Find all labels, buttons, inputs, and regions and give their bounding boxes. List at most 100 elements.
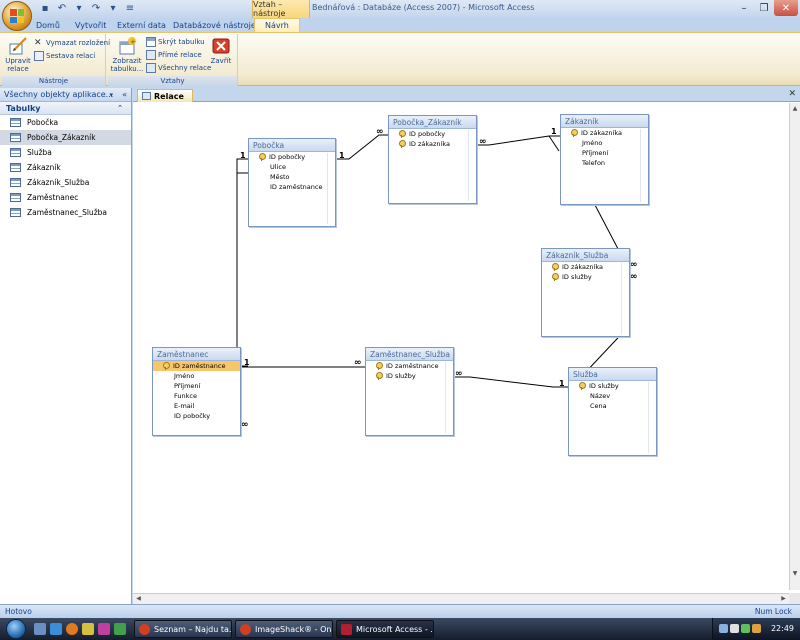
field-row[interactable]: ID pobočky bbox=[389, 129, 476, 139]
nav-item-zamestnanec[interactable]: Zaměstnanec bbox=[0, 190, 131, 205]
taskbar-item-imageshack[interactable]: ImageShack® - Onl... bbox=[235, 620, 333, 638]
hide-table-button[interactable]: Skrýt tabulku bbox=[146, 37, 205, 47]
table-pobocka-zakaznik[interactable]: Pobočka_Zákazník ID pobočky ID zákazníka bbox=[388, 115, 477, 204]
ie-icon[interactable] bbox=[50, 623, 62, 635]
nav-item-pobocka-zakaznik[interactable]: Pobočka_Zákazník bbox=[0, 130, 131, 145]
table-icon bbox=[10, 208, 21, 217]
table-title[interactable]: Pobočka_Zákazník bbox=[389, 116, 476, 129]
nav-item-sluzba[interactable]: Služba bbox=[0, 145, 131, 160]
tray-icon[interactable] bbox=[719, 624, 728, 633]
maximize-icon[interactable]: ❐ bbox=[754, 0, 774, 16]
nav-item-zakaznik-sluzba[interactable]: Zákazník_Služba bbox=[0, 175, 131, 190]
nav-item-pobocka[interactable]: Pobočka bbox=[0, 115, 131, 130]
close-button[interactable]: Zavřít bbox=[208, 36, 234, 65]
field-row[interactable]: ID zákazníka bbox=[389, 139, 476, 149]
field-row[interactable]: Telefon bbox=[561, 158, 648, 168]
firefox-icon[interactable] bbox=[66, 623, 78, 635]
undo-icon[interactable]: ↶ bbox=[55, 2, 69, 15]
chevron-down-icon[interactable]: ▾ bbox=[109, 91, 113, 99]
table-pobocka[interactable]: Pobočka ID pobočky Ulice Město ID zaměst… bbox=[248, 138, 336, 227]
relationships-canvas[interactable]: 1 1 ∞ ∞ 1 ∞ ∞ 1 ∞ ∞ ∞ 1 Pobočka ID poboč… bbox=[133, 103, 789, 590]
horizontal-scrollbar[interactable]: ◀ ▶ bbox=[133, 593, 789, 604]
table-zakaznik[interactable]: Zákazník ID zákazníka Jméno Příjmení Tel… bbox=[560, 114, 649, 205]
redo-icon[interactable]: ↷ bbox=[89, 2, 103, 15]
table-zakaznik-sluzba[interactable]: Zákazník_Služba ID zákazníka ID služby bbox=[541, 248, 630, 337]
start-button[interactable] bbox=[6, 619, 26, 639]
tab-external-data[interactable]: Externí data bbox=[117, 18, 166, 32]
volume-icon[interactable] bbox=[730, 624, 739, 633]
primary-key-icon bbox=[163, 362, 170, 370]
close-document-icon[interactable]: ✕ bbox=[788, 89, 796, 99]
field-row[interactable]: ID služby bbox=[542, 272, 629, 282]
table-title[interactable]: Pobočka bbox=[249, 139, 335, 152]
taskbar-item-access[interactable]: Microsoft Access - ... bbox=[336, 620, 434, 638]
field-row[interactable]: ID pobočky bbox=[249, 152, 335, 162]
table-title[interactable]: Služba bbox=[569, 368, 656, 381]
nav-item-zamestnanec-sluzba[interactable]: Zaměstnanec_Služba bbox=[0, 205, 131, 220]
save-icon[interactable]: ▪ bbox=[38, 2, 52, 15]
field-row[interactable]: ID zaměstnance bbox=[366, 361, 453, 371]
direct-relations-button[interactable]: Přímé relace bbox=[146, 50, 202, 60]
collapse-pane-icon[interactable]: « bbox=[122, 90, 127, 99]
document-tabs: Relace ✕ bbox=[133, 88, 800, 102]
network-icon[interactable] bbox=[741, 624, 750, 633]
taskbar-item-seznam[interactable]: Seznam – Najdu ta... bbox=[134, 620, 232, 638]
tab-database-tools[interactable]: Databázové nástroje bbox=[173, 18, 256, 32]
field-row[interactable]: Název bbox=[569, 391, 656, 401]
all-relations-button[interactable]: Všechny relace bbox=[146, 63, 211, 73]
show-desktop-icon[interactable] bbox=[34, 623, 46, 635]
field-row[interactable]: ID zákazníka bbox=[561, 128, 648, 138]
scroll-left-icon[interactable]: ◀ bbox=[133, 594, 144, 604]
quick-launch-icon[interactable] bbox=[114, 623, 126, 635]
edit-relations-button[interactable]: Upravit relace bbox=[4, 36, 32, 73]
tray-icon[interactable] bbox=[752, 624, 761, 633]
tab-relations[interactable]: Relace bbox=[137, 89, 193, 102]
field-row[interactable]: Příjmení bbox=[561, 148, 648, 158]
field-row[interactable]: ID služby bbox=[366, 371, 453, 381]
scroll-right-icon[interactable]: ▶ bbox=[778, 594, 789, 604]
quick-launch-icon[interactable] bbox=[82, 623, 94, 635]
table-title[interactable]: Zákazník_Služba bbox=[542, 249, 629, 262]
table-sluzba[interactable]: Služba ID služby Název Cena bbox=[568, 367, 657, 456]
field-row[interactable]: Ulice bbox=[249, 162, 335, 172]
field-row[interactable]: Příjmení bbox=[153, 381, 240, 391]
quick-launch-icon[interactable] bbox=[98, 623, 110, 635]
field-row[interactable]: Jméno bbox=[561, 138, 648, 148]
tab-create[interactable]: Vytvořit bbox=[75, 18, 106, 32]
scroll-down-icon[interactable]: ▼ bbox=[790, 568, 800, 579]
minimize-icon[interactable]: – bbox=[734, 0, 754, 16]
office-button[interactable] bbox=[2, 1, 32, 31]
nav-group-tables[interactable]: Tabulky ⌃ bbox=[0, 102, 131, 115]
chevron-up-icon[interactable]: ⌃ bbox=[117, 104, 123, 112]
table-zamestnanec-sluzba[interactable]: Zaměstnanec_Služba ID zaměstnance ID slu… bbox=[365, 347, 454, 436]
field-row[interactable]: Funkce bbox=[153, 391, 240, 401]
customize-qat-icon[interactable]: ≡ bbox=[123, 2, 137, 15]
relation-report-button[interactable]: Sestava relací bbox=[34, 51, 95, 61]
field-row[interactable]: ID zákazníka bbox=[542, 262, 629, 272]
field-row[interactable]: Město bbox=[249, 172, 335, 182]
relation-label: ∞ bbox=[354, 358, 362, 368]
vertical-scrollbar[interactable]: ▲ ▼ bbox=[789, 103, 800, 590]
dropdown-icon[interactable]: ▾ bbox=[72, 2, 86, 15]
clear-layout-button[interactable]: ✕ Vymazat rozložení bbox=[34, 38, 110, 48]
field-row[interactable]: ID zaměstnance bbox=[249, 182, 335, 192]
field-row[interactable]: Jméno bbox=[153, 371, 240, 381]
primary-key-icon bbox=[376, 362, 383, 370]
table-title[interactable]: Zákazník bbox=[561, 115, 648, 128]
dropdown-icon[interactable]: ▾ bbox=[106, 2, 120, 15]
field-row[interactable]: ID pobočky bbox=[153, 411, 240, 421]
field-row[interactable]: ID zaměstnance bbox=[153, 361, 240, 371]
table-title[interactable]: Zaměstnanec bbox=[153, 348, 240, 361]
tab-design[interactable]: Návrh bbox=[254, 18, 300, 32]
field-row[interactable]: Cena bbox=[569, 401, 656, 411]
table-zamestnanec[interactable]: Zaměstnanec ID zaměstnance Jméno Příjmen… bbox=[152, 347, 241, 436]
tab-home[interactable]: Domů bbox=[36, 18, 60, 32]
field-row[interactable]: ID služby bbox=[569, 381, 656, 391]
table-title[interactable]: Zaměstnanec_Služba bbox=[366, 348, 453, 361]
scroll-up-icon[interactable]: ▲ bbox=[790, 103, 800, 114]
field-row[interactable]: E-mail bbox=[153, 401, 240, 411]
close-icon[interactable]: ✕ bbox=[774, 0, 798, 16]
nav-header[interactable]: Všechny objekty aplikace... ▾ « bbox=[0, 88, 131, 102]
nav-item-zakaznik[interactable]: Zákazník bbox=[0, 160, 131, 175]
show-table-button[interactable]: + Zobrazit tabulku... bbox=[110, 36, 144, 73]
